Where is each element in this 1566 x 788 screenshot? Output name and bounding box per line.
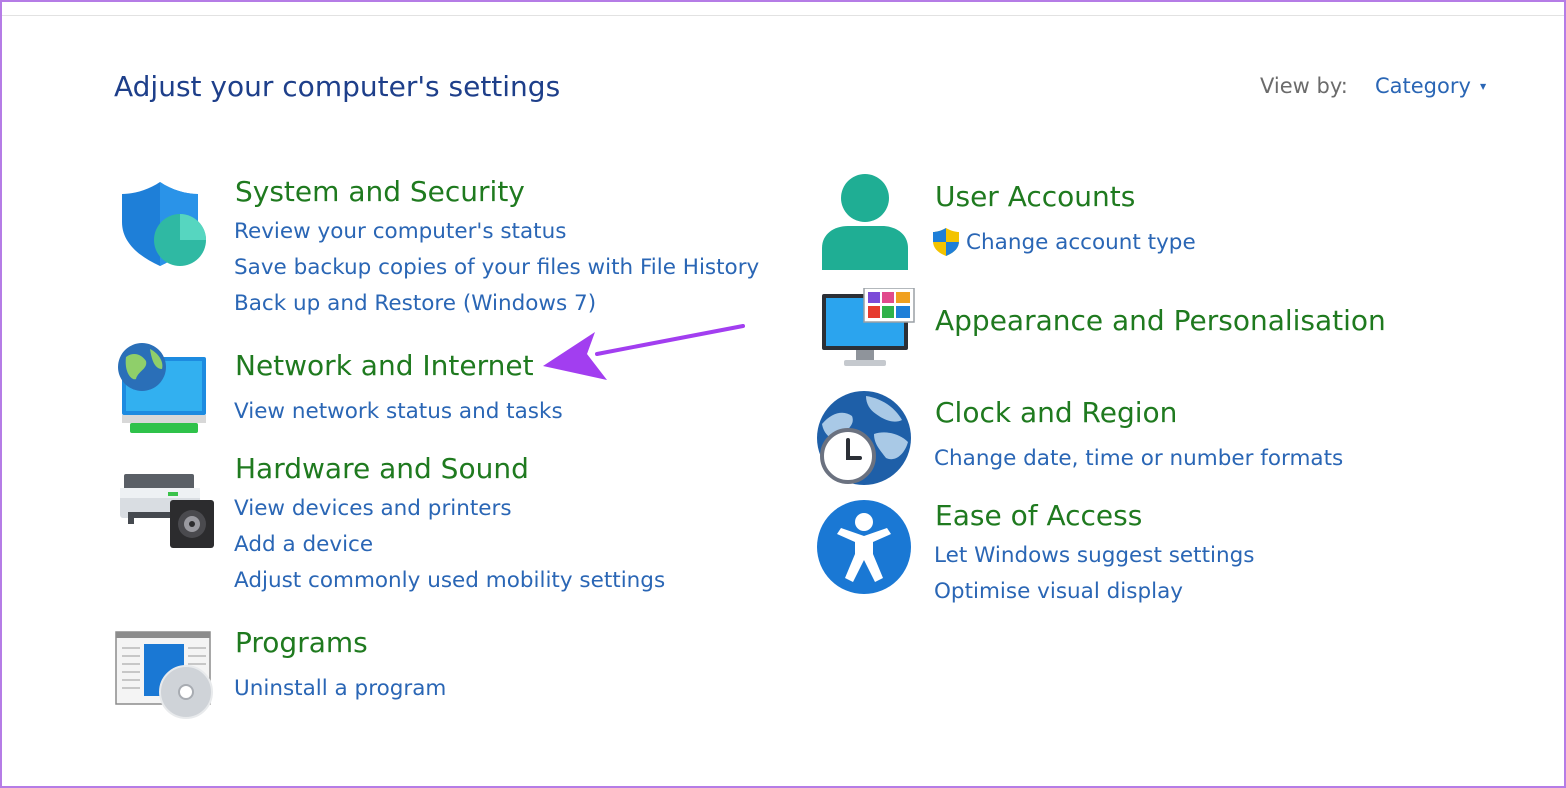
link-add-device[interactable]: Add a device [234,531,373,559]
category-clock-region[interactable]: Clock and Region [935,396,1177,430]
link-devices-printers[interactable]: View devices and printers [234,495,512,523]
globe-clock-icon[interactable] [814,390,914,494]
link-date-time-formats[interactable]: Change date, time or number formats [934,445,1343,473]
link-suggest-settings[interactable]: Let Windows suggest settings [934,542,1254,570]
uac-shield-icon [931,227,961,261]
top-divider [2,15,1564,16]
category-programs[interactable]: Programs [235,626,368,660]
view-by-label: View by: [1260,74,1348,98]
user-icon[interactable] [820,172,910,276]
category-user-accounts[interactable]: User Accounts [935,180,1135,214]
accessibility-icon[interactable] [815,498,913,600]
monitor-palette-icon[interactable] [820,287,916,374]
shield-icon[interactable] [118,180,210,272]
category-system-security[interactable]: System and Security [235,175,525,209]
category-hardware-sound[interactable]: Hardware and Sound [235,452,529,486]
link-backup-restore[interactable]: Back up and Restore (Windows 7) [234,290,596,318]
view-by-dropdown[interactable]: Category [1375,74,1471,98]
category-appearance-personalisation[interactable]: Appearance and Personalisation [935,304,1386,338]
purple-arrow-icon [535,318,755,392]
category-network-internet[interactable]: Network and Internet [235,349,534,383]
link-review-status[interactable]: Review your computer's status [234,218,566,246]
programs-disc-icon[interactable] [114,630,214,724]
page-title: Adjust your computer's settings [114,70,561,103]
link-file-history[interactable]: Save backup copies of your files with Fi… [234,254,759,282]
printer-speaker-icon[interactable] [118,470,216,554]
link-uninstall-program[interactable]: Uninstall a program [234,675,446,703]
link-mobility-settings[interactable]: Adjust commonly used mobility settings [234,567,665,595]
control-panel-window [0,0,1566,788]
network-globe-icon[interactable] [116,343,210,439]
link-network-status[interactable]: View network status and tasks [234,398,563,426]
chevron-down-icon[interactable]: ▼ [1480,82,1486,91]
link-optimise-visual-display[interactable]: Optimise visual display [934,578,1183,606]
link-change-account-type[interactable]: Change account type [966,229,1196,257]
category-ease-of-access[interactable]: Ease of Access [935,499,1142,533]
